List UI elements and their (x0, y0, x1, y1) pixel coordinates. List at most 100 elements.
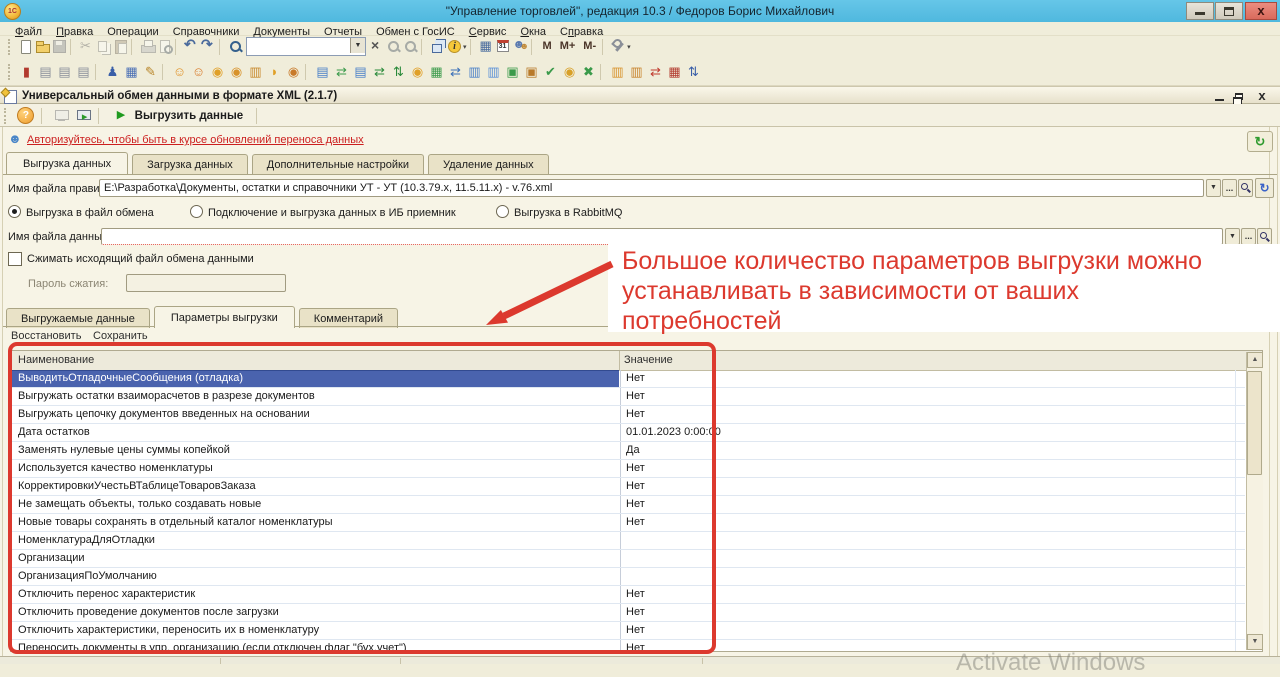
toolbar2-icon[interactable]: ◉ (284, 62, 303, 81)
copy-window-icon[interactable] (429, 38, 446, 55)
toolbar2-icon[interactable]: ◉ (227, 62, 246, 81)
radio-circle[interactable] (8, 205, 21, 218)
maximize-button[interactable] (1215, 2, 1243, 20)
quick-search-combobox[interactable]: ▼ (246, 37, 366, 56)
help-icon[interactable]: ? (17, 107, 34, 124)
find-next-icon[interactable] (385, 38, 402, 55)
toolbar2-icon[interactable]: ▣ (522, 62, 541, 81)
toolbar2-icon[interactable]: ⇄ (332, 62, 351, 81)
scrollbar-thumb[interactable] (1247, 371, 1262, 475)
undo-icon[interactable] (183, 38, 200, 55)
users-icon[interactable] (512, 38, 529, 55)
new-document-icon[interactable] (17, 38, 34, 55)
rules-file-open-button[interactable] (1238, 179, 1253, 197)
toolbar2-icon[interactable]: ⇄ (646, 62, 665, 81)
toolbar2-icon[interactable]: ✎ (141, 62, 160, 81)
search-dropdown-icon[interactable]: ▼ (350, 38, 365, 53)
export-mode-radio-1[interactable]: Подключение и выгрузка данных в ИБ прием… (190, 203, 456, 221)
scroll-up-button[interactable]: ▲ (1247, 352, 1263, 368)
memory-plus-button[interactable]: M+ (556, 37, 580, 56)
toolbar2-icon[interactable]: ▣ (503, 62, 522, 81)
tab-export-data[interactable]: Выгрузка данных (6, 152, 128, 174)
toolbar2-icon[interactable]: ⇅ (684, 62, 703, 81)
clear-find-icon[interactable] (368, 38, 385, 55)
minimize-button[interactable] (1186, 2, 1214, 20)
open-icon[interactable] (34, 38, 51, 55)
find-icon[interactable] (227, 38, 244, 55)
authorize-link[interactable]: Авторизуйтесь, чтобы быть в курсе обновл… (27, 134, 364, 146)
child-close-button[interactable]: x (1254, 90, 1270, 103)
memory-minus-button[interactable]: M- (579, 37, 600, 56)
radio-circle[interactable] (496, 205, 509, 218)
load-settings-icon[interactable] (53, 107, 70, 124)
save-params-link[interactable]: Сохранить (93, 330, 148, 342)
export-data-button[interactable]: ▶ Выгрузить данные (111, 106, 249, 125)
calendar-icon[interactable] (495, 38, 512, 55)
memory-button[interactable]: M (539, 37, 556, 56)
export-mode-radio-0[interactable]: Выгрузка в файл обмена (8, 203, 154, 221)
toolbar2-icon[interactable]: ◉ (560, 62, 579, 81)
data-file-input[interactable] (101, 228, 1223, 245)
toolbar2-icon[interactable]: ▤ (313, 62, 332, 81)
toolbar2-icon[interactable]: ▦ (122, 62, 141, 81)
toolbar2-icon[interactable]: ▥ (465, 62, 484, 81)
radio-circle[interactable] (190, 205, 203, 218)
toolbar2-icon[interactable]: ◉ (208, 62, 227, 81)
toolbar2-icon[interactable]: ◗ (265, 62, 284, 81)
tab-comment[interactable]: Комментарий (299, 308, 398, 328)
data-file-dropdown-button[interactable]: ▼ (1225, 228, 1240, 245)
info-icon[interactable] (446, 38, 463, 55)
toolbar2-icon[interactable]: ▤ (55, 62, 74, 81)
close-button[interactable]: x (1245, 2, 1277, 20)
scroll-down-button[interactable]: ▼ (1247, 634, 1263, 650)
print-preview-icon[interactable] (156, 38, 173, 55)
quick-search-input[interactable] (248, 39, 352, 54)
print-icon[interactable] (139, 38, 156, 55)
restore-params-link[interactable]: Восстановить (11, 330, 81, 342)
toolbar2-icon[interactable]: ▤ (36, 62, 55, 81)
save-icon[interactable] (51, 38, 68, 55)
rules-file-input[interactable] (99, 179, 1204, 197)
toolbar2-icon[interactable]: ▦ (427, 62, 446, 81)
export-mode-radio-2[interactable]: Выгрузка в RabbitMQ (496, 203, 622, 221)
compress-password-input[interactable] (126, 274, 286, 292)
dropdown-caret-icon[interactable]: ▾ (463, 43, 467, 51)
data-file-open-button[interactable] (1257, 228, 1272, 245)
tab-additional-settings[interactable]: Дополнительные настройки (252, 154, 424, 174)
compress-checkbox[interactable] (8, 252, 22, 266)
redo-icon[interactable] (200, 38, 217, 55)
refresh-button[interactable]: ↻ (1247, 131, 1273, 152)
vertical-scrollbar[interactable]: ▲ ▼ (1246, 352, 1263, 650)
save-settings-icon[interactable] (75, 107, 92, 124)
toolbar2-icon[interactable]: ♟ (103, 62, 122, 81)
find-prev-icon[interactable] (402, 38, 419, 55)
toolbar2-icon[interactable]: ▦ (665, 62, 684, 81)
rules-file-browse-button[interactable]: ... (1222, 179, 1237, 197)
tab-export-params[interactable]: Параметры выгрузки (154, 306, 295, 328)
rules-file-dropdown-button[interactable]: ▼ (1206, 179, 1221, 197)
toolbar2-icon[interactable]: ⇄ (446, 62, 465, 81)
tab-delete-data[interactable]: Удаление данных (428, 154, 549, 174)
toolbar2-icon[interactable]: ☺ (170, 62, 189, 81)
paste-icon[interactable] (112, 38, 129, 55)
toolbar2-icon[interactable]: ▮ (17, 62, 36, 81)
tab-import-data[interactable]: Загрузка данных (132, 154, 248, 174)
reread-rules-button[interactable]: ↻ (1255, 178, 1274, 198)
toolbar2-icon[interactable]: ▤ (74, 62, 93, 81)
toolbar2-icon[interactable]: ▥ (608, 62, 627, 81)
toolbar2-icon[interactable]: ◉ (408, 62, 427, 81)
toolbar2-icon[interactable]: ✖ (579, 62, 598, 81)
toolbar2-icon[interactable]: ▤ (351, 62, 370, 81)
tab-exported-data[interactable]: Выгружаемые данные (6, 308, 150, 328)
child-restore-button[interactable] (1232, 90, 1248, 103)
cut-icon[interactable] (78, 38, 95, 55)
child-minimize-button[interactable] (1212, 90, 1228, 103)
data-file-browse-button[interactable]: ... (1241, 228, 1256, 245)
toolbar2-icon[interactable]: ✔ (541, 62, 560, 81)
toolbar2-icon[interactable]: ▥ (246, 62, 265, 81)
toolbar2-icon[interactable]: ⇅ (389, 62, 408, 81)
copy-icon[interactable] (95, 38, 112, 55)
calculator-icon[interactable] (478, 38, 495, 55)
service-settings-icon[interactable] (610, 38, 627, 55)
toolbar2-icon[interactable]: ▥ (484, 62, 503, 81)
